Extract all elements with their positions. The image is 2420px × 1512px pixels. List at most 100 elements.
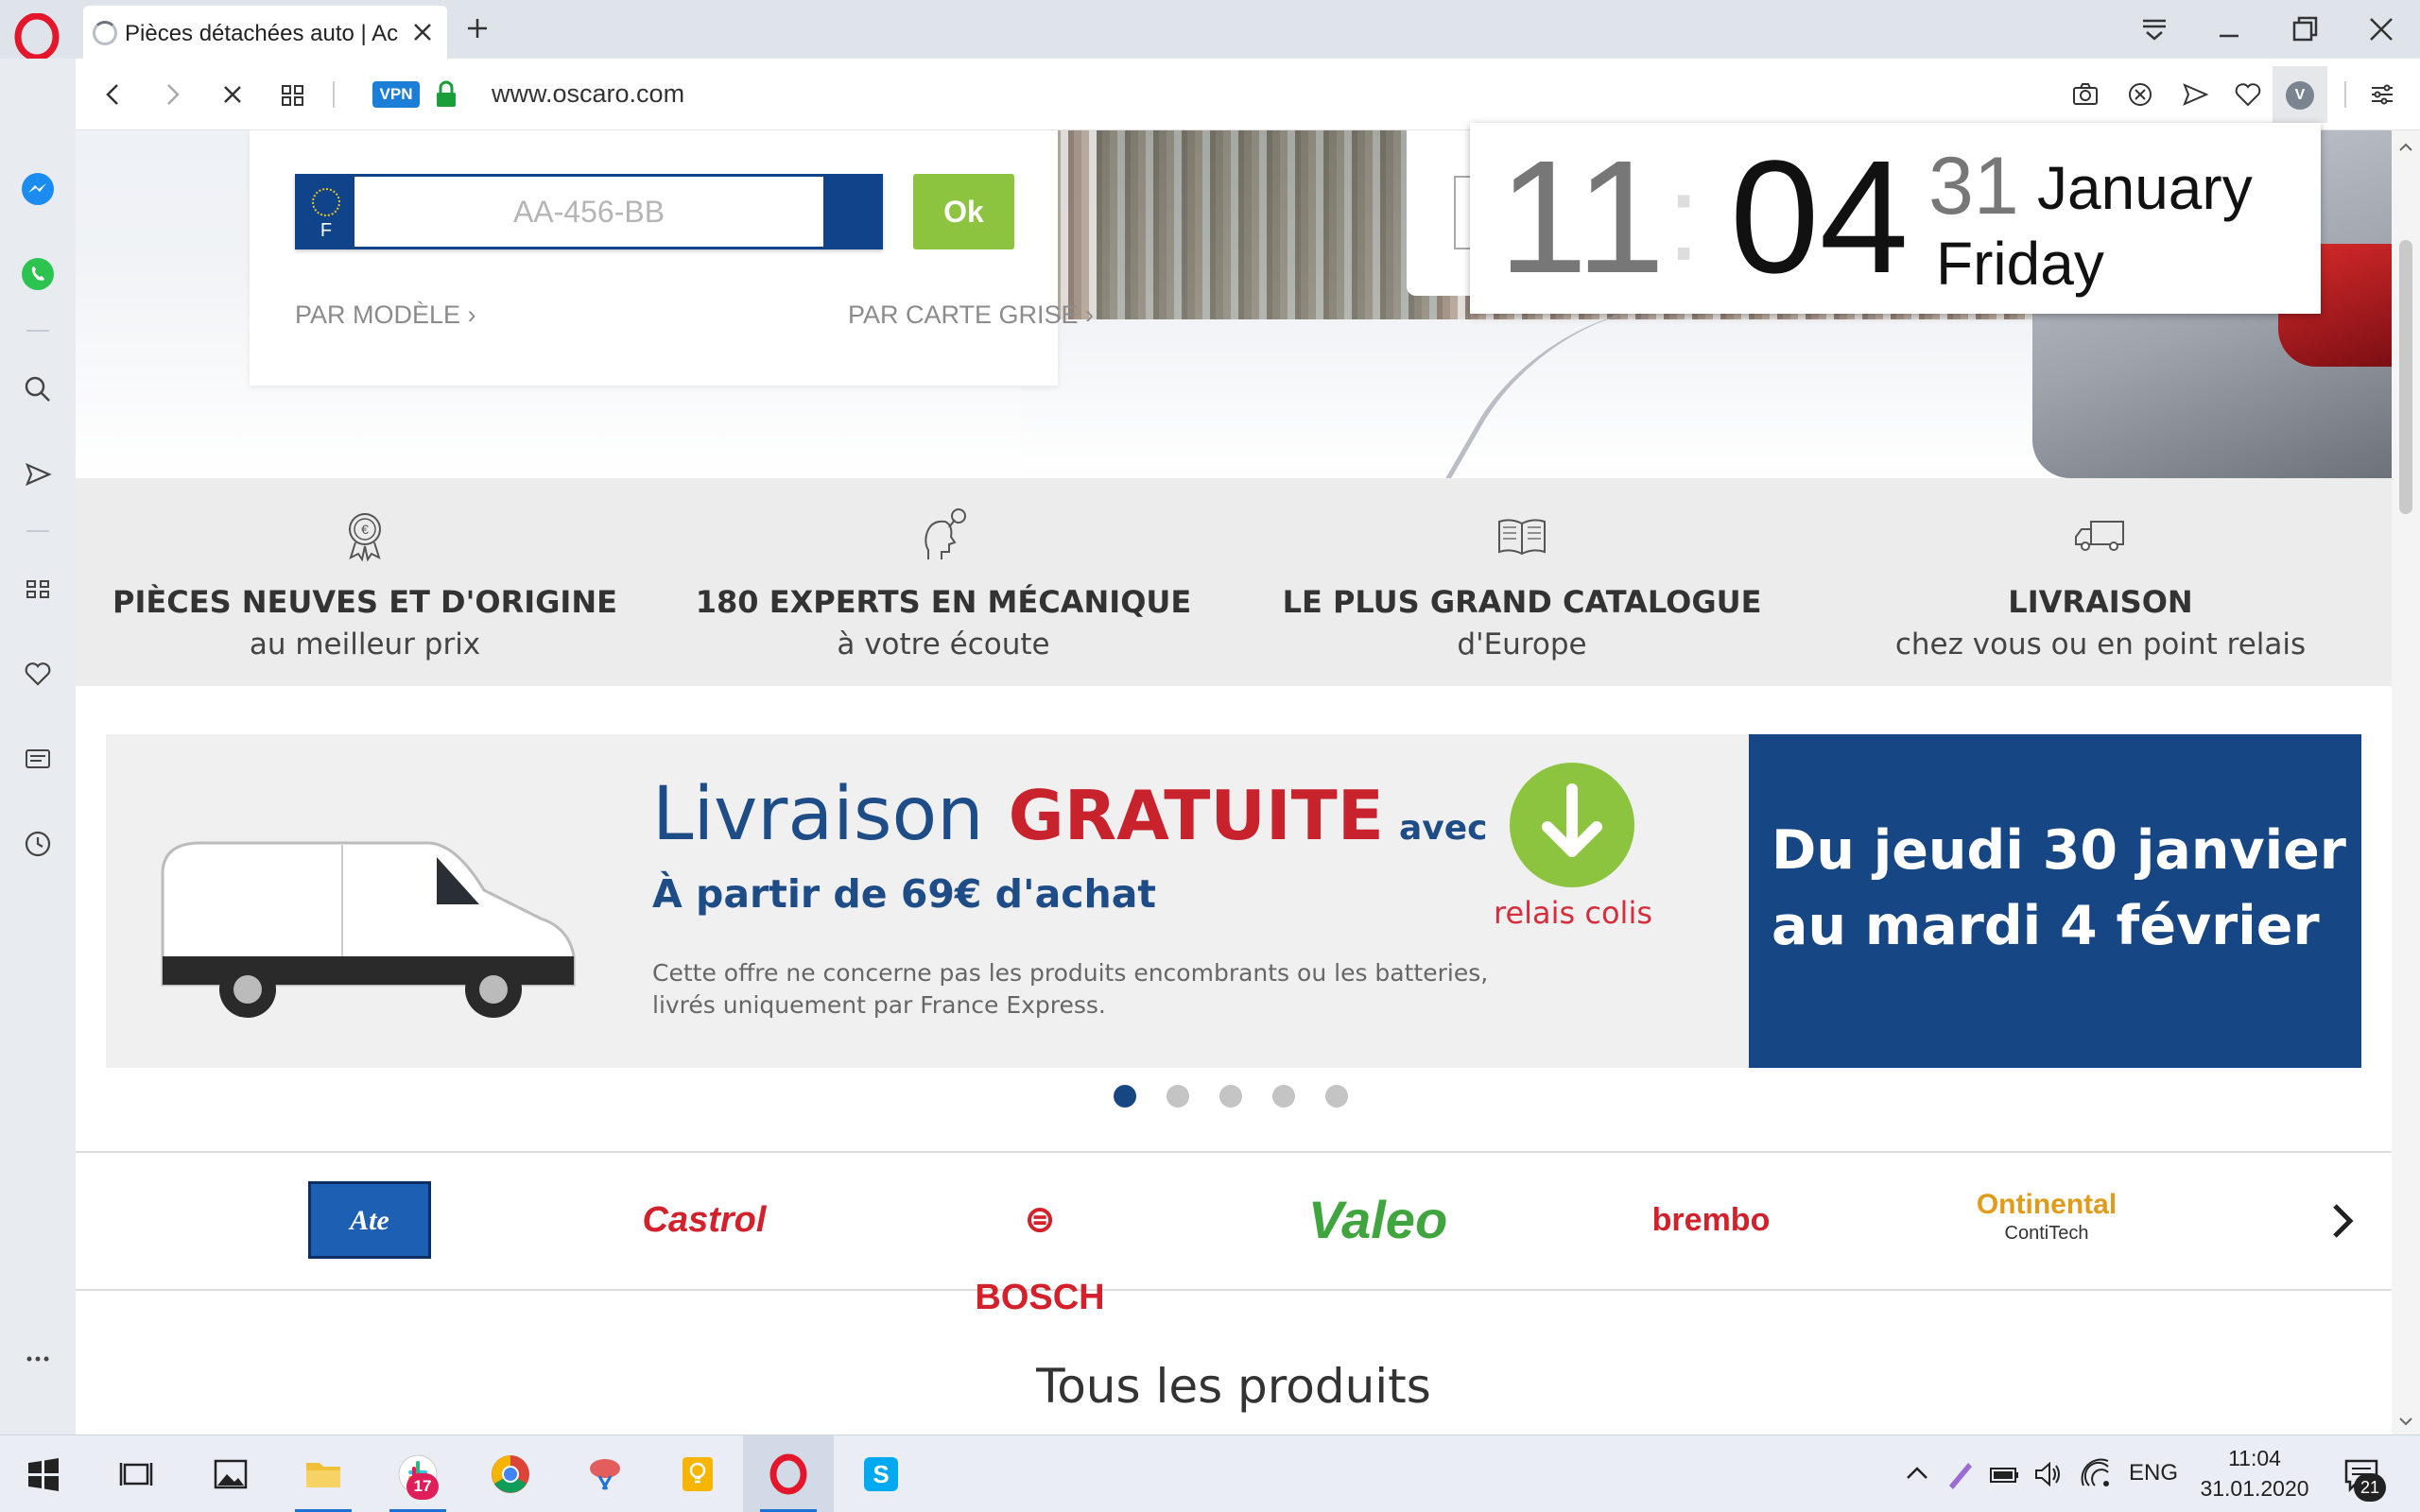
messenger-icon[interactable] bbox=[19, 170, 57, 208]
svg-text:€: € bbox=[361, 522, 369, 537]
feature-title: 180 EXPERTS EN MÉCANIQUE bbox=[695, 584, 1192, 620]
ad-blocker-icon[interactable] bbox=[2121, 76, 2159, 113]
promo-note: Cette offre ne concerne pas les produits… bbox=[652, 959, 1489, 1019]
carousel-dot[interactable] bbox=[1167, 1085, 1189, 1108]
features-strip: € PIÈCES NEUVES ET D'ORIGINE au meilleur… bbox=[76, 478, 2392, 686]
ok-button[interactable]: Ok bbox=[913, 174, 1014, 249]
tab-overview-icon[interactable] bbox=[272, 74, 314, 115]
brand-castrol-logo[interactable]: Castrol bbox=[624, 1181, 785, 1259]
svg-text:S: S bbox=[873, 1460, 889, 1488]
chevron-right-icon[interactable] bbox=[2314, 1193, 2371, 1249]
system-clock[interactable]: 11:04 31.01.2020 bbox=[2193, 1443, 2316, 1503]
chrome-icon[interactable] bbox=[484, 1448, 537, 1501]
down-arrow-icon bbox=[1542, 783, 1602, 857]
search-icon[interactable] bbox=[19, 370, 57, 408]
url-field[interactable]: www.oscaro.com bbox=[492, 79, 684, 109]
eu-stars-icon bbox=[312, 188, 340, 216]
scroll-up-icon[interactable] bbox=[2397, 142, 2414, 153]
loading-spinner-icon bbox=[93, 21, 117, 45]
brand-bosch-logo[interactable]: ⊜ BOSCH bbox=[959, 1181, 1120, 1317]
tab-close-icon[interactable] bbox=[404, 13, 441, 51]
new-tab-icon[interactable] bbox=[458, 9, 496, 47]
promo-banner[interactable]: Livraison GRATUITE avec À partir de 69€ d'… bbox=[106, 734, 2361, 1068]
feature-title: LIVRAISON bbox=[2008, 584, 2193, 620]
delivery-van-image bbox=[161, 841, 576, 1018]
skype-icon[interactable]: S bbox=[855, 1448, 908, 1501]
personal-news-icon[interactable] bbox=[19, 740, 57, 778]
feature-item: LE PLUS GRAND CATALOGUE d'Europe bbox=[1233, 478, 1811, 686]
stop-loading-icon[interactable] bbox=[212, 74, 253, 115]
feature-item: € PIÈCES NEUVES ET D'ORIGINE au meilleur… bbox=[76, 478, 654, 686]
minimize-icon[interactable] bbox=[2207, 8, 2251, 51]
snapshot-icon[interactable] bbox=[2066, 76, 2104, 113]
task-view-icon[interactable] bbox=[110, 1448, 163, 1501]
system-time: 11:04 bbox=[2228, 1446, 2281, 1470]
easy-setup-icon[interactable] bbox=[2363, 76, 2401, 113]
divider bbox=[333, 81, 335, 108]
bookmarks-icon[interactable] bbox=[19, 655, 57, 693]
brand-valeo-logo[interactable]: Valeo bbox=[1295, 1181, 1461, 1259]
brand-ate-logo[interactable]: Ate bbox=[308, 1181, 431, 1259]
input-language[interactable]: ENG bbox=[2129, 1460, 2178, 1486]
section-title: Tous les produits bbox=[1036, 1359, 1431, 1414]
active-tab[interactable]: Pièces détachées auto | Ach bbox=[83, 6, 447, 59]
forward-icon[interactable] bbox=[151, 74, 193, 115]
lock-icon[interactable] bbox=[433, 79, 459, 110]
whatsapp-icon[interactable] bbox=[19, 255, 57, 293]
flow-icon[interactable] bbox=[19, 455, 57, 493]
wifi-icon[interactable] bbox=[2070, 1448, 2123, 1501]
delivery-truck-icon bbox=[2075, 521, 2124, 551]
promo-headline-avec: avec bbox=[1398, 809, 1488, 848]
divider bbox=[2344, 81, 2346, 108]
sidebar-divider bbox=[26, 330, 49, 332]
euro-medal-icon: € bbox=[349, 513, 381, 562]
opera-logo-icon[interactable] bbox=[13, 13, 60, 60]
speed-dial-icon[interactable] bbox=[19, 570, 57, 608]
photos-app-icon[interactable] bbox=[204, 1448, 257, 1501]
promo-headline-gratuite: GRATUITE bbox=[1008, 776, 1384, 855]
brand-brembo-logo[interactable]: brembo bbox=[1626, 1181, 1796, 1259]
vpn-badge[interactable]: VPN bbox=[372, 81, 420, 108]
close-window-icon[interactable] bbox=[2360, 8, 2403, 51]
extension-button[interactable]: V bbox=[2273, 66, 2327, 123]
search-by-model-link[interactable]: PAR MODÈLE › bbox=[295, 301, 476, 330]
carousel-dot[interactable] bbox=[1272, 1085, 1295, 1108]
file-explorer-icon[interactable] bbox=[297, 1448, 350, 1501]
license-plate-input[interactable] bbox=[354, 177, 823, 247]
clock-day: 31 bbox=[1928, 141, 2019, 232]
more-icon[interactable] bbox=[19, 1340, 57, 1378]
history-icon[interactable] bbox=[19, 825, 57, 863]
feature-subtitle: à votre écoute bbox=[837, 627, 1050, 662]
relais-colis-label: relais colis bbox=[1494, 895, 1652, 931]
feature-title: LE PLUS GRAND CATALOGUE bbox=[1282, 584, 1762, 620]
eu-flag-strip: F bbox=[298, 177, 354, 247]
page-scrollbar[interactable] bbox=[2392, 130, 2420, 1435]
carousel-dot[interactable] bbox=[1114, 1085, 1136, 1108]
opera-icon bbox=[769, 1453, 807, 1495]
scrollbar-thumb[interactable] bbox=[2399, 240, 2412, 514]
hero-trees-image bbox=[1097, 130, 1437, 319]
paint-app-icon[interactable] bbox=[579, 1448, 631, 1501]
notification-count-badge: 21 bbox=[2354, 1473, 2386, 1502]
plate-country-code: F bbox=[320, 220, 333, 241]
windows-start-icon[interactable] bbox=[17, 1448, 70, 1501]
clock-weekday: Friday bbox=[1936, 230, 2104, 298]
restore-icon[interactable] bbox=[2283, 8, 2326, 51]
send-icon[interactable] bbox=[2176, 76, 2214, 113]
carousel-dot[interactable] bbox=[1325, 1085, 1348, 1108]
license-plate-field: F bbox=[295, 174, 883, 249]
tab-title: Pièces détachées auto | Ach bbox=[125, 21, 399, 46]
volume-icon[interactable] bbox=[2023, 1448, 2076, 1501]
promo-dates-line-1: Du jeudi 30 janvier bbox=[1772, 819, 2346, 882]
opera-taskbar-button[interactable] bbox=[743, 1435, 834, 1512]
heart-icon[interactable] bbox=[2229, 76, 2267, 113]
tab-menu-icon[interactable] bbox=[2133, 8, 2176, 51]
search-by-registration-link[interactable]: PAR CARTE GRISE › bbox=[848, 301, 1094, 330]
scroll-down-icon[interactable] bbox=[2397, 1416, 2414, 1427]
brand-continental-logo[interactable]: Ontinental ContiTech bbox=[1962, 1181, 2132, 1259]
address-bar: VPN www.oscaro.com V bbox=[76, 59, 2420, 130]
carousel-dot[interactable] bbox=[1219, 1085, 1242, 1108]
back-icon[interactable] bbox=[93, 74, 134, 115]
browser-sidebar bbox=[0, 59, 76, 1435]
idea-lightbulb-icon[interactable] bbox=[671, 1448, 724, 1501]
